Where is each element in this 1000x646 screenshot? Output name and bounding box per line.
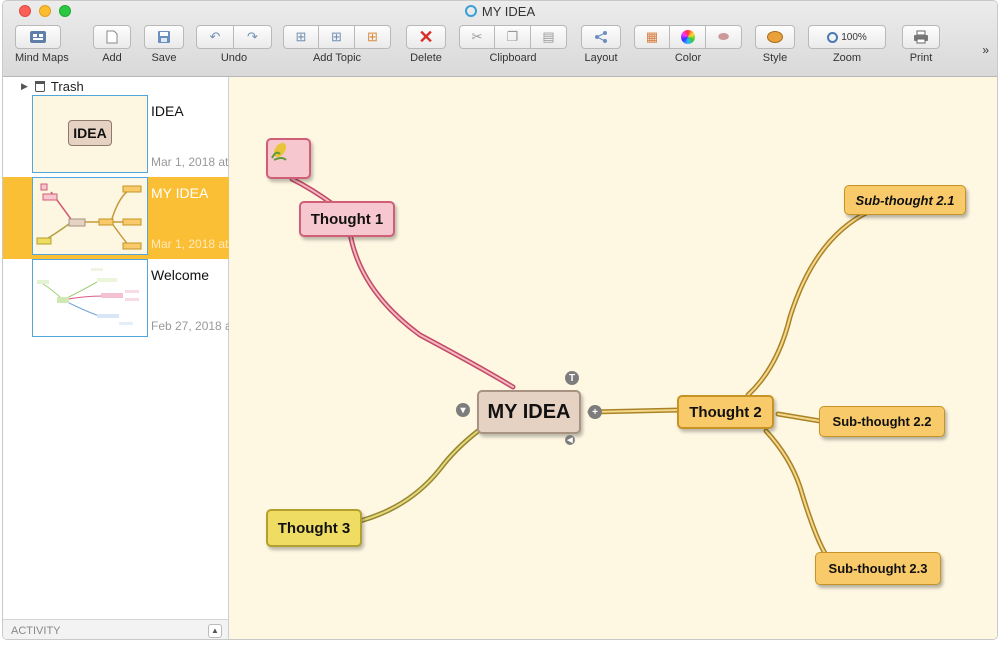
copy-button[interactable]: ❐ (495, 25, 531, 49)
document-thumbnail (32, 259, 148, 337)
undo-group: ↶ ↷ Undo (196, 25, 272, 64)
drag-handle-icon[interactable]: ◀ (565, 435, 575, 445)
eraser-button[interactable]: ⬬ (706, 25, 742, 49)
branch-root-to-thought1 (347, 230, 516, 390)
zoom-control[interactable]: 100% Zoom (808, 25, 886, 64)
toolbar: MY IDEA Mind Maps Add Save ↶ ↷ Undo ⊞ ⊞ … (3, 1, 997, 77)
note-handle-icon[interactable]: T (565, 371, 579, 385)
scissors-icon: ✂ (471, 29, 483, 44)
paste-button[interactable]: ▤ (531, 25, 567, 49)
topic-thought-2[interactable]: Thought 2 (677, 395, 774, 429)
document-icon (464, 5, 477, 17)
palette-icon: ▦ (645, 29, 659, 44)
paste-icon: ▤ (542, 29, 555, 44)
topic-thought-3[interactable]: Thought 3 (266, 509, 362, 547)
layout-button[interactable]: Layout (581, 25, 621, 64)
add-child-handle-icon[interactable]: + (588, 405, 602, 419)
mindmap-canvas[interactable]: Thought 1 MY IDEA Thought 2 Sub-thought … (230, 77, 997, 639)
root-topic[interactable]: MY IDEA (477, 390, 581, 434)
document-item-welcome[interactable]: Welcome Feb 27, 2018 a (3, 259, 229, 341)
corn-icon (271, 142, 287, 161)
redo-button[interactable]: ↷ (234, 25, 272, 49)
fill-color-button[interactable]: ▦ (634, 25, 670, 49)
mind-maps-icon (15, 25, 61, 49)
new-document-icon (93, 25, 131, 49)
color-group: ▦ ⬬ Color (634, 25, 742, 64)
eraser-icon: ⬬ (717, 29, 730, 44)
branch-thought2-to-sub1 (745, 208, 873, 398)
add-parent-icon: ⊞ (367, 29, 378, 44)
topic-sub-thought-2-3[interactable]: Sub-thought 2.3 (815, 552, 941, 585)
redo-icon: ↷ (247, 29, 258, 44)
document-sidebar: ▶ Trash IDEA IDEA Mar 1, 2018 at MY IDEA… (3, 77, 229, 639)
save-icon (144, 25, 184, 49)
activity-panel-header[interactable]: ACTIVITY ▲ (3, 619, 228, 639)
delete-icon: ✕ (406, 25, 446, 49)
thumbnail-root-node: IDEA (68, 120, 112, 146)
share-layout-icon (581, 25, 621, 49)
zoom-button[interactable]: 100% (808, 25, 886, 49)
add-sibling-topic-button[interactable]: ⊞ (283, 25, 319, 49)
color-wheel-button[interactable] (670, 25, 706, 49)
document-thumbnail (32, 177, 148, 255)
disclosure-triangle-icon[interactable]: ▶ (21, 81, 28, 92)
cut-button[interactable]: ✂ (459, 25, 495, 49)
add-child-icon: ⊞ (331, 29, 342, 44)
copy-icon: ❐ (506, 29, 519, 44)
undo-button[interactable]: ↶ (196, 25, 234, 49)
magnifier-icon (827, 31, 839, 43)
add-topic-group: ⊞ ⊞ ⊞ Add Topic (283, 25, 391, 64)
chevron-up-icon[interactable]: ▲ (208, 624, 222, 638)
add-button[interactable]: Add (93, 25, 131, 64)
add-parent-topic-button[interactable]: ⊞ (355, 25, 391, 49)
add-child-topic-button[interactable]: ⊞ (319, 25, 355, 49)
document-item-my-idea[interactable]: MY IDEA Mar 1, 2018 at (3, 177, 229, 259)
style-button[interactable]: Style (755, 25, 795, 64)
topic-sub-thought-2-1[interactable]: Sub-thought 2.1 (844, 185, 966, 215)
save-button[interactable]: Save (144, 25, 184, 64)
color-wheel-icon (680, 30, 695, 44)
zoom-level: 100% (841, 31, 867, 43)
trash-item[interactable]: ▶ Trash (3, 77, 228, 95)
printer-icon (902, 25, 940, 49)
window-title: MY IDEA (3, 4, 997, 19)
delete-button[interactable]: ✕ Delete (406, 25, 446, 64)
document-thumbnail: IDEA (32, 95, 148, 173)
branch-root-to-thought3 (357, 428, 481, 524)
trash-icon (34, 80, 45, 92)
app-window: MY IDEA Mind Maps Add Save ↶ ↷ Undo ⊞ ⊞ … (2, 0, 998, 640)
mind-maps-button[interactable]: Mind Maps (15, 25, 69, 64)
toolbar-overflow-button[interactable]: » (982, 43, 989, 57)
thumbnail-mindmap (37, 268, 139, 325)
topic-thought-1[interactable]: Thought 1 (299, 201, 395, 237)
undo-icon: ↶ (209, 29, 221, 44)
collapse-left-icon[interactable]: ▾ (456, 403, 470, 417)
document-item-idea[interactable]: IDEA IDEA Mar 1, 2018 at (3, 95, 229, 177)
style-icon (755, 25, 795, 49)
clipboard-group: ✂ ❐ ▤ Clipboard (459, 25, 567, 64)
topic-sub-thought-2-2[interactable]: Sub-thought 2.2 (819, 406, 945, 437)
add-sibling-icon: ⊞ (295, 29, 307, 44)
print-button[interactable]: Print (902, 25, 940, 64)
thumbnail-mindmap (36, 183, 142, 250)
corn-icon-node[interactable] (266, 138, 311, 179)
